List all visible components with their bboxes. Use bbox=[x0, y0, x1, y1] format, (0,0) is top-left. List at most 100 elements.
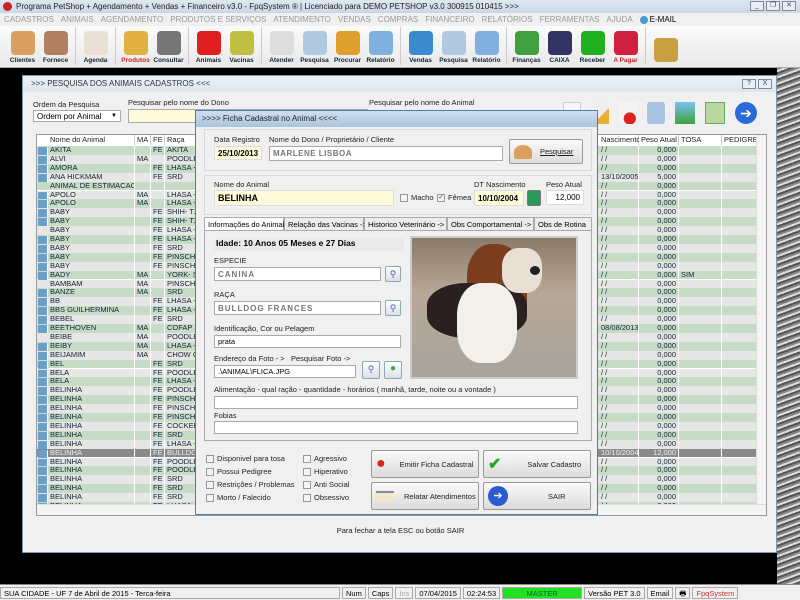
column-header[interactable]: TOSA bbox=[679, 135, 722, 145]
owner-field[interactable]: MARLENE LISBOA bbox=[269, 146, 503, 161]
table-cell: 0,000 bbox=[639, 430, 679, 440]
femea-checkbox[interactable]: ✓ Fêmea bbox=[437, 193, 471, 202]
menu-bar: CADASTROS ANIMAIS AGENDAMENTO PRODUTOS E SE… bbox=[0, 13, 800, 26]
feeding-field[interactable] bbox=[214, 396, 578, 409]
toolbar-button-atender[interactable]: Atender bbox=[265, 26, 298, 66]
tab[interactable]: Historico Veterinário -> bbox=[364, 217, 447, 230]
checkbox-restri-es-problemas[interactable]: Restrições / Problemas bbox=[206, 480, 295, 489]
table-cell: BELINHA bbox=[48, 430, 135, 440]
toolbar-button-receber[interactable]: Receber bbox=[576, 26, 609, 66]
photo-path-field[interactable]: .\ANIMAL\FLICA.JPG bbox=[214, 365, 356, 378]
toolbar-button-vacinas[interactable]: Vacinas bbox=[225, 26, 258, 66]
menu-item[interactable]: FINANCEIRO bbox=[425, 15, 474, 24]
menu-item[interactable]: VENDAS bbox=[338, 15, 371, 24]
printer-icon[interactable]: 🖶 bbox=[675, 586, 691, 599]
paw-icon: ● bbox=[376, 455, 386, 472]
toolbar-button-pesquisa[interactable]: Pesquisa bbox=[437, 26, 470, 66]
breed-field[interactable]: BULLDOG FRANCES bbox=[214, 301, 381, 315]
toolbar-button-clientes[interactable]: Clientes bbox=[6, 26, 39, 66]
identification-field[interactable]: prata bbox=[214, 335, 401, 348]
checkbox-hiperativo[interactable]: Hiperativo bbox=[303, 467, 348, 476]
column-header[interactable]: Nome do Animal bbox=[48, 135, 135, 145]
search-photo-icon[interactable]: ⚲ bbox=[362, 361, 380, 379]
toolbar-button-agenda[interactable]: Agenda bbox=[79, 26, 112, 66]
menu-item[interactable]: FERRAMENTAS bbox=[540, 15, 600, 24]
species-field[interactable]: CANINA bbox=[214, 267, 381, 281]
macho-checkbox[interactable]: Macho bbox=[400, 193, 434, 202]
search-species-icon[interactable]: ⚲ bbox=[385, 266, 401, 282]
print-icon[interactable] bbox=[647, 102, 665, 124]
table-cell bbox=[722, 315, 757, 324]
checkbox-anti-social[interactable]: Anti Social bbox=[303, 480, 349, 489]
animal-name-field[interactable]: BELINHA bbox=[214, 190, 394, 206]
menu-item[interactable]: ANIMAIS bbox=[61, 15, 94, 24]
delete-icon[interactable] bbox=[619, 102, 637, 124]
toolbar-button-caixa[interactable]: CAIXA bbox=[543, 26, 576, 66]
menu-item[interactable]: AGENDAMENTO bbox=[101, 15, 164, 24]
table-cell bbox=[722, 404, 757, 413]
menu-item-email[interactable]: E-MAIL bbox=[639, 15, 676, 24]
toolbar-button-a pagar[interactable]: A Pagar bbox=[609, 26, 642, 66]
load-photo-icon[interactable]: ● bbox=[384, 361, 402, 379]
close-button[interactable]: ✕ bbox=[782, 1, 796, 11]
checkbox-obsessivo[interactable]: Obsessivo bbox=[303, 493, 349, 502]
menu-item[interactable]: CADASTROS bbox=[4, 15, 54, 24]
window-close-button[interactable]: X bbox=[758, 79, 772, 89]
toolbar-button-consultar[interactable]: Consultar bbox=[152, 26, 185, 66]
salvar-cadastro-button[interactable]: ✔ Salvar Cadastro bbox=[483, 450, 591, 478]
email-button[interactable]: Email bbox=[646, 586, 674, 599]
search-breed-icon[interactable]: ⚲ bbox=[385, 300, 401, 316]
menu-item[interactable]: ATENDIMENTO bbox=[273, 15, 330, 24]
birth-date-field[interactable]: 10/10/2004 bbox=[474, 190, 524, 206]
checkbox-disponivel-para-tosa[interactable]: Disponivel para tosa bbox=[206, 454, 285, 463]
minimize-button[interactable]: _ bbox=[750, 1, 764, 11]
checkbox-agressivo[interactable]: Agressivo bbox=[303, 454, 347, 463]
column-header[interactable]: MA bbox=[135, 135, 151, 145]
toolbar-button-animais[interactable]: Animais bbox=[192, 26, 225, 66]
data-registro-field[interactable]: 25/10/2013 bbox=[214, 146, 262, 160]
column-header[interactable]: FE bbox=[151, 135, 165, 145]
menu-item[interactable]: PRODUTOS E SERVIÇOS bbox=[170, 15, 266, 24]
status-time: 02:24:53 bbox=[462, 586, 501, 599]
toolbar-button-relatório[interactable]: Relatório bbox=[364, 26, 397, 66]
column-header[interactable]: Peso Atual bbox=[639, 135, 679, 145]
toolbar-button-exit[interactable] bbox=[649, 26, 682, 66]
help-button[interactable]: ? bbox=[742, 79, 756, 89]
maximize-button[interactable]: ❐ bbox=[766, 1, 780, 11]
table-cell bbox=[135, 297, 151, 307]
menu-item[interactable]: COMPRAS bbox=[378, 15, 418, 24]
toolbar-button-procurar[interactable]: Procurar bbox=[331, 26, 364, 66]
toolbar-button-produtos[interactable]: Produtos bbox=[119, 26, 152, 66]
tab[interactable]: Obs Comportamental -> bbox=[447, 217, 534, 230]
relatar-atendimentos-button[interactable]: Relatar Atendimentos bbox=[371, 482, 479, 510]
vertical-scrollbar[interactable] bbox=[756, 135, 766, 505]
pesquisar-button[interactable]: Pesquisar bbox=[509, 139, 583, 164]
tab[interactable]: Relação das Vacinas -> bbox=[284, 217, 367, 230]
checkbox-possui-pedigree[interactable]: Possui Pedigree bbox=[206, 467, 272, 476]
column-header[interactable]: PEDIGREE bbox=[722, 135, 763, 145]
toolbar-button-pesquisa[interactable]: Pesquisa bbox=[298, 26, 331, 66]
toolbar-button-finanças[interactable]: Finanças bbox=[510, 26, 543, 66]
image-icon[interactable] bbox=[675, 102, 695, 124]
calendar-icon[interactable] bbox=[705, 102, 725, 124]
emitir-ficha-button[interactable]: ● Emitir Ficha Cadastral bbox=[371, 450, 479, 478]
tab[interactable]: Obs de Rotina bbox=[534, 217, 592, 230]
phobias-field[interactable] bbox=[214, 421, 578, 434]
checkbox-morto-falecido[interactable]: Morto / Falecido bbox=[206, 493, 271, 502]
menu-item[interactable]: AJUDA bbox=[606, 15, 632, 24]
toolbar-button-fornece[interactable]: Fornece bbox=[39, 26, 72, 66]
menu-item[interactable]: RELATÓRIOS bbox=[482, 15, 533, 24]
table-cell: FE bbox=[151, 208, 165, 218]
table-cell: FE bbox=[151, 261, 165, 271]
table-cell bbox=[722, 484, 757, 494]
order-select[interactable]: Ordem por Animal ▼ bbox=[33, 110, 121, 122]
sair-button[interactable]: ➔ SAIR bbox=[483, 482, 591, 510]
tab[interactable]: Informações do Animal -> bbox=[204, 217, 293, 231]
toolbar-button-vendas[interactable]: Vendas bbox=[404, 26, 437, 66]
arrow-right-icon[interactable]: ➔ bbox=[735, 102, 757, 124]
column-header[interactable]: Nascimento bbox=[599, 135, 641, 145]
checkbox-icon bbox=[303, 467, 311, 476]
toolbar-button-relatório[interactable]: Relatório bbox=[470, 26, 503, 66]
calendar-button[interactable] bbox=[527, 190, 541, 206]
weight-field[interactable]: 12,000 bbox=[546, 190, 584, 205]
